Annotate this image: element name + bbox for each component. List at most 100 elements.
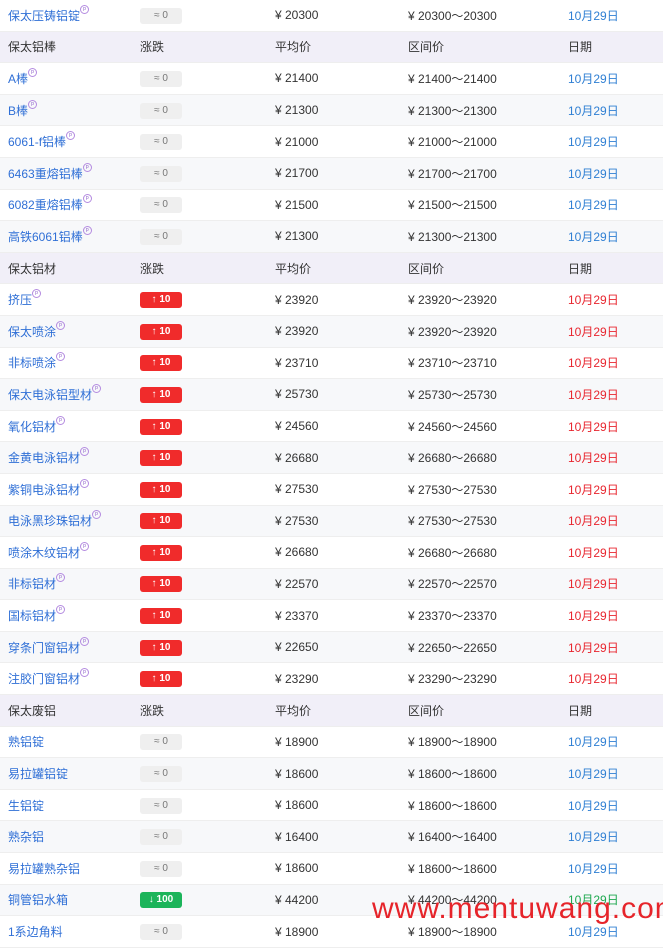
change-badge: ↑ 10	[140, 671, 182, 688]
product-link[interactable]: 保太电泳铝型材	[8, 388, 92, 402]
brand-mark-icon: p	[92, 510, 102, 520]
price-date: 10月29日	[568, 735, 619, 750]
price-range: ¥ 18600～18600	[408, 798, 497, 813]
change-cell: ↑ 10	[132, 449, 265, 467]
product-cell: 电泳黑珍珠铝材 p	[0, 510, 132, 529]
table-row: 1系边角料 ≈ 0 ¥ 18900 ¥ 18900～18900 10月29日	[0, 916, 663, 948]
change-cell: ↑ 10	[132, 607, 265, 625]
table-row: 非标铝材 p ↑ 10 ¥ 22570 ¥ 22570～22570 10月29日	[0, 568, 663, 601]
product-link[interactable]: 非标铝材	[8, 577, 56, 591]
table-row: 熟铝锭 ≈ 0 ¥ 18900 ¥ 18900～18900 10月29日	[0, 727, 663, 759]
change-badge: ≈ 0	[140, 134, 182, 151]
product-link[interactable]: 喷涂木纹铝材	[8, 546, 80, 560]
average-price: ¥ 23920	[275, 324, 319, 339]
table-row: 高铁6061铝棒 p ≈ 0 ¥ 21300 ¥ 21300～21300 10月29日	[0, 221, 663, 253]
price-date: 10月29日	[568, 166, 619, 181]
change-cell: ↓ 100	[132, 891, 265, 909]
brand-mark-icon: p	[80, 668, 90, 678]
average-price: ¥ 26680	[275, 450, 319, 465]
price-range: ¥ 20300～20300	[408, 8, 497, 23]
product-link[interactable]: 电泳黑珍珠铝材	[8, 514, 92, 528]
change-cell: ≈ 0	[132, 70, 265, 87]
average-price: ¥ 23920	[275, 292, 319, 307]
price-date: 10月29日	[568, 135, 619, 150]
product-link[interactable]: 国标铝材	[8, 609, 56, 623]
brand-mark-icon: p	[28, 67, 38, 77]
product-cell: 金黄电泳铝材 p	[0, 447, 132, 466]
price-date: 10月29日	[568, 798, 619, 813]
product-link[interactable]: 生铝锭	[8, 799, 44, 813]
product-link[interactable]: 易拉罐铝锭	[8, 767, 68, 781]
product-link[interactable]: A棒	[8, 72, 28, 86]
brand-mark-icon: p	[82, 194, 92, 204]
product-link[interactable]: 熟铝锭	[8, 735, 44, 749]
product-link[interactable]: 6463重熔铝棒	[8, 167, 83, 181]
product-link[interactable]: 6082重熔铝棒	[8, 198, 83, 212]
flat-icon: ≈	[154, 9, 160, 21]
change-cell: ↑ 10	[132, 512, 265, 530]
change-value: 0	[162, 136, 168, 148]
brand-mark-icon: p	[56, 320, 66, 330]
change-value: 0	[162, 199, 168, 211]
brand-mark-icon: p	[56, 352, 66, 362]
average-price: ¥ 23710	[275, 355, 319, 370]
product-link[interactable]: 氧化铝材	[8, 420, 56, 434]
product-cell: 熟杂铝	[0, 828, 132, 845]
change-value: 0	[162, 831, 168, 843]
table-row: 熟杂铝 ≈ 0 ¥ 16400 ¥ 16400～16400 10月29日	[0, 821, 663, 854]
average-price: ¥ 23370	[275, 608, 319, 623]
product-link[interactable]: 保太喷涂	[8, 325, 56, 339]
arrow-up-icon: ↑	[151, 388, 157, 400]
table-row: 6061-f铝棒 p ≈ 0 ¥ 21000 ¥ 21000～21000 10月29日	[0, 126, 663, 158]
product-link[interactable]: 金黄电泳铝材	[8, 451, 80, 465]
product-link[interactable]: 紫铜电泳铝材	[8, 483, 80, 497]
change-value: 10	[159, 325, 171, 337]
change-badge: ↑ 10	[140, 386, 182, 403]
product-link[interactable]: 穿条门窗铝材	[8, 641, 80, 655]
average-price: ¥ 21700	[275, 166, 319, 181]
price-date: 10月29日	[568, 767, 619, 782]
change-value: 10	[159, 420, 171, 432]
product-link[interactable]: 铜管铝水箱	[8, 893, 68, 907]
table-row: 保太电泳铝型材 p ↑ 10 ¥ 25730 ¥ 25730～25730 10月29日	[0, 379, 663, 411]
average-price: ¥ 27530	[275, 513, 319, 528]
change-badge: ↑ 10	[140, 292, 182, 309]
price-date: 10月29日	[568, 198, 619, 213]
price-range: ¥ 22650～22650	[408, 640, 497, 655]
product-link[interactable]: 挤压	[8, 293, 32, 307]
product-link[interactable]: 注胶门窗铝材	[8, 672, 80, 686]
product-link[interactable]: 非标喷涂	[8, 356, 56, 370]
change-value: 10	[159, 388, 171, 400]
table-row: 6082重熔铝棒 p ≈ 0 ¥ 21500 ¥ 21500～21500 10月29日	[0, 190, 663, 222]
change-value: 0	[162, 167, 168, 179]
product-link[interactable]: 易拉罐熟杂铝	[8, 862, 80, 876]
brand-mark-icon: p	[56, 415, 66, 425]
product-cell: 熟铝锭	[0, 733, 132, 750]
product-link[interactable]: 保太压铸铝锭	[8, 9, 80, 23]
table-row: 注胶门窗铝材 p ↑ 10 ¥ 23290 ¥ 23290～23290 10月29日	[0, 663, 663, 696]
brand-mark-icon: p	[66, 131, 76, 141]
product-link[interactable]: 6061-f铝棒	[8, 135, 66, 149]
price-range: ¥ 23370～23370	[408, 609, 497, 624]
product-link[interactable]: 熟杂铝	[8, 830, 44, 844]
change-badge: ↑ 10	[140, 418, 182, 435]
price-range: ¥ 23290～23290	[408, 672, 497, 687]
product-link[interactable]: 1系边角料	[8, 925, 63, 939]
price-table: 保太压铸铝锭 p ≈ 0 ¥ 20300 ¥ 20300～20300 10月29日 保太铝棒…	[0, 0, 663, 948]
price-range: ¥ 18600～18600	[408, 767, 497, 782]
product-cell: 高铁6061铝棒 p	[0, 225, 132, 245]
price-range: ¥ 25730～25730	[408, 387, 497, 402]
product-link[interactable]: B棒	[8, 104, 28, 118]
average-price: ¥ 21400	[275, 71, 319, 86]
header-change: 涨跌	[140, 40, 165, 55]
price-date: 10月29日	[568, 861, 619, 876]
change-cell: ↑ 10	[132, 323, 265, 340]
product-cell: 注胶门窗铝材 p	[0, 668, 132, 687]
average-price: ¥ 22570	[275, 576, 319, 591]
change-badge: ↑ 10	[140, 576, 182, 593]
table-row: B棒 p ≈ 0 ¥ 21300 ¥ 21300～21300 10月29日	[0, 94, 663, 127]
change-value: 0	[162, 926, 168, 938]
product-cell: A棒 p	[0, 67, 132, 87]
product-link[interactable]: 高铁6061铝棒	[8, 230, 83, 244]
change-value: 10	[159, 641, 171, 653]
